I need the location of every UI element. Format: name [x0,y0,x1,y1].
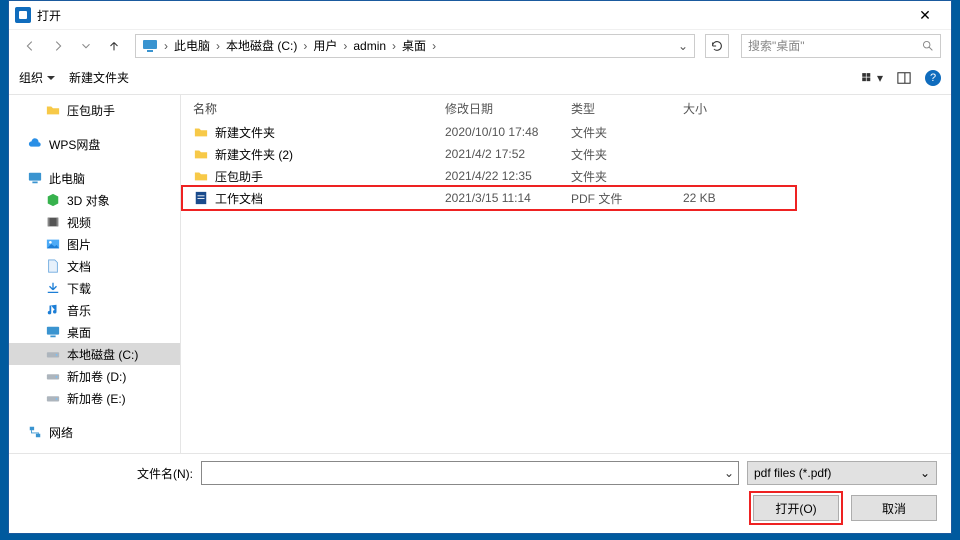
col-type[interactable]: 类型 [571,100,683,117]
list-item[interactable]: 工作文档2021/3/15 11:14PDF 文件22 KB [193,187,951,209]
sidebar-item-edrive[interactable]: 新加卷 (E:) [9,387,180,409]
film-icon [45,214,61,230]
breadcrumb[interactable]: 本地磁盘 (C:) [222,37,301,54]
cloud-icon [27,136,43,152]
list-item[interactable]: 新建文件夹 (2)2021/4/2 17:52文件夹 [193,143,951,165]
folder-icon [45,102,61,118]
back-icon[interactable] [19,35,41,57]
view-options-icon[interactable]: ▾ [861,71,883,85]
cube-icon [45,192,61,208]
help-icon[interactable]: ? [925,70,941,86]
monitor-icon [27,170,43,186]
address-bar[interactable]: › 此电脑 › 本地磁盘 (C:) › 用户 › admin › 桌面 › ⌄ [135,34,695,58]
sidebar-item-cdrive[interactable]: 本地磁盘 (C:) [9,343,180,365]
sidebar-item-network[interactable]: 网络 [9,421,180,443]
folder-icon [193,124,209,140]
sidebar-item-pictures[interactable]: 图片 [9,233,180,255]
dialog-body: 压包助手 WPS网盘 此电脑 3D 对象 视频 图片 文档 下载 音乐 桌面 本… [9,95,951,453]
network-icon [27,424,43,440]
filename-label: 文件名(N): [23,465,193,482]
forward-icon[interactable] [47,35,69,57]
list-item[interactable]: 新建文件夹2020/10/10 17:48文件夹 [193,121,951,143]
chevron-down-icon[interactable]: ⌄ [678,39,688,53]
breadcrumb[interactable]: 用户 [309,37,341,54]
pdf-icon [193,190,209,206]
monitor-icon [142,38,158,54]
col-name[interactable]: 名称 [193,100,445,117]
toolbar: 组织 新建文件夹 ▾ ? [9,61,951,95]
new-folder-button[interactable]: 新建文件夹 [69,69,129,86]
organize-menu[interactable]: 组织 [19,69,55,86]
sidebar-item-music[interactable]: 音乐 [9,299,180,321]
preview-pane-icon[interactable] [897,71,911,85]
search-placeholder: 搜索"桌面" [748,37,805,54]
music-icon [45,302,61,318]
col-size[interactable]: 大小 [683,100,793,117]
list-item[interactable]: 压包助手2021/4/22 12:35文件夹 [193,165,951,187]
close-icon[interactable]: ✕ [905,7,945,24]
breadcrumb[interactable]: 此电脑 [170,37,214,54]
sidebar-item-documents[interactable]: 文档 [9,255,180,277]
footer: 文件名(N): ⌄ pdf files (*.pdf)⌄ 打开(O) 取消 [9,453,951,533]
sidebar-item-desktop[interactable]: 桌面 [9,321,180,343]
breadcrumb[interactable]: 桌面 [398,37,430,54]
folder-icon [193,146,209,162]
cancel-button[interactable]: 取消 [851,495,937,521]
chevron-down-icon: ⌄ [920,466,930,480]
recent-dropdown-icon[interactable] [75,35,97,57]
open-button[interactable]: 打开(O) [753,495,839,521]
filetype-select[interactable]: pdf files (*.pdf)⌄ [747,461,937,485]
sidebar-item-thispc[interactable]: 此电脑 [9,167,180,189]
col-date[interactable]: 修改日期 [445,100,571,117]
titlebar: 打开 ✕ [9,1,951,29]
drive-icon [45,346,61,362]
search-icon [921,39,934,52]
up-icon[interactable] [103,35,125,57]
refresh-icon[interactable] [705,34,729,58]
nav-row: › 此电脑 › 本地磁盘 (C:) › 用户 › admin › 桌面 › ⌄ … [9,29,951,61]
sidebar: 压包助手 WPS网盘 此电脑 3D 对象 视频 图片 文档 下载 音乐 桌面 本… [9,95,181,453]
app-icon [15,7,31,23]
folder-icon [193,168,209,184]
open-dialog: 打开 ✕ › 此电脑 › 本地磁盘 (C:) › 用户 › admin › 桌面… [8,0,952,534]
image-icon [45,236,61,252]
download-icon [45,280,61,296]
drive-icon [45,390,61,406]
breadcrumb[interactable]: admin [349,39,390,53]
desktop-icon [45,324,61,340]
window-title: 打开 [37,7,61,24]
file-list: 名称 修改日期 类型 大小 新建文件夹2020/10/10 17:48文件夹 新… [181,95,951,453]
sidebar-item-video[interactable]: 视频 [9,211,180,233]
search-input[interactable]: 搜索"桌面" [741,34,941,58]
filename-input[interactable]: ⌄ [201,461,739,485]
chevron-right-icon: › [162,39,170,53]
sidebar-item-3d[interactable]: 3D 对象 [9,189,180,211]
sidebar-item-downloads[interactable]: 下载 [9,277,180,299]
sidebar-item-ddrive[interactable]: 新加卷 (D:) [9,365,180,387]
column-headers: 名称 修改日期 类型 大小 [181,95,951,121]
document-icon [45,258,61,274]
drive-icon [45,368,61,384]
chevron-down-icon[interactable]: ⌄ [724,466,734,480]
sidebar-item-wps[interactable]: WPS网盘 [9,133,180,155]
sidebar-item-compress[interactable]: 压包助手 [9,99,180,121]
